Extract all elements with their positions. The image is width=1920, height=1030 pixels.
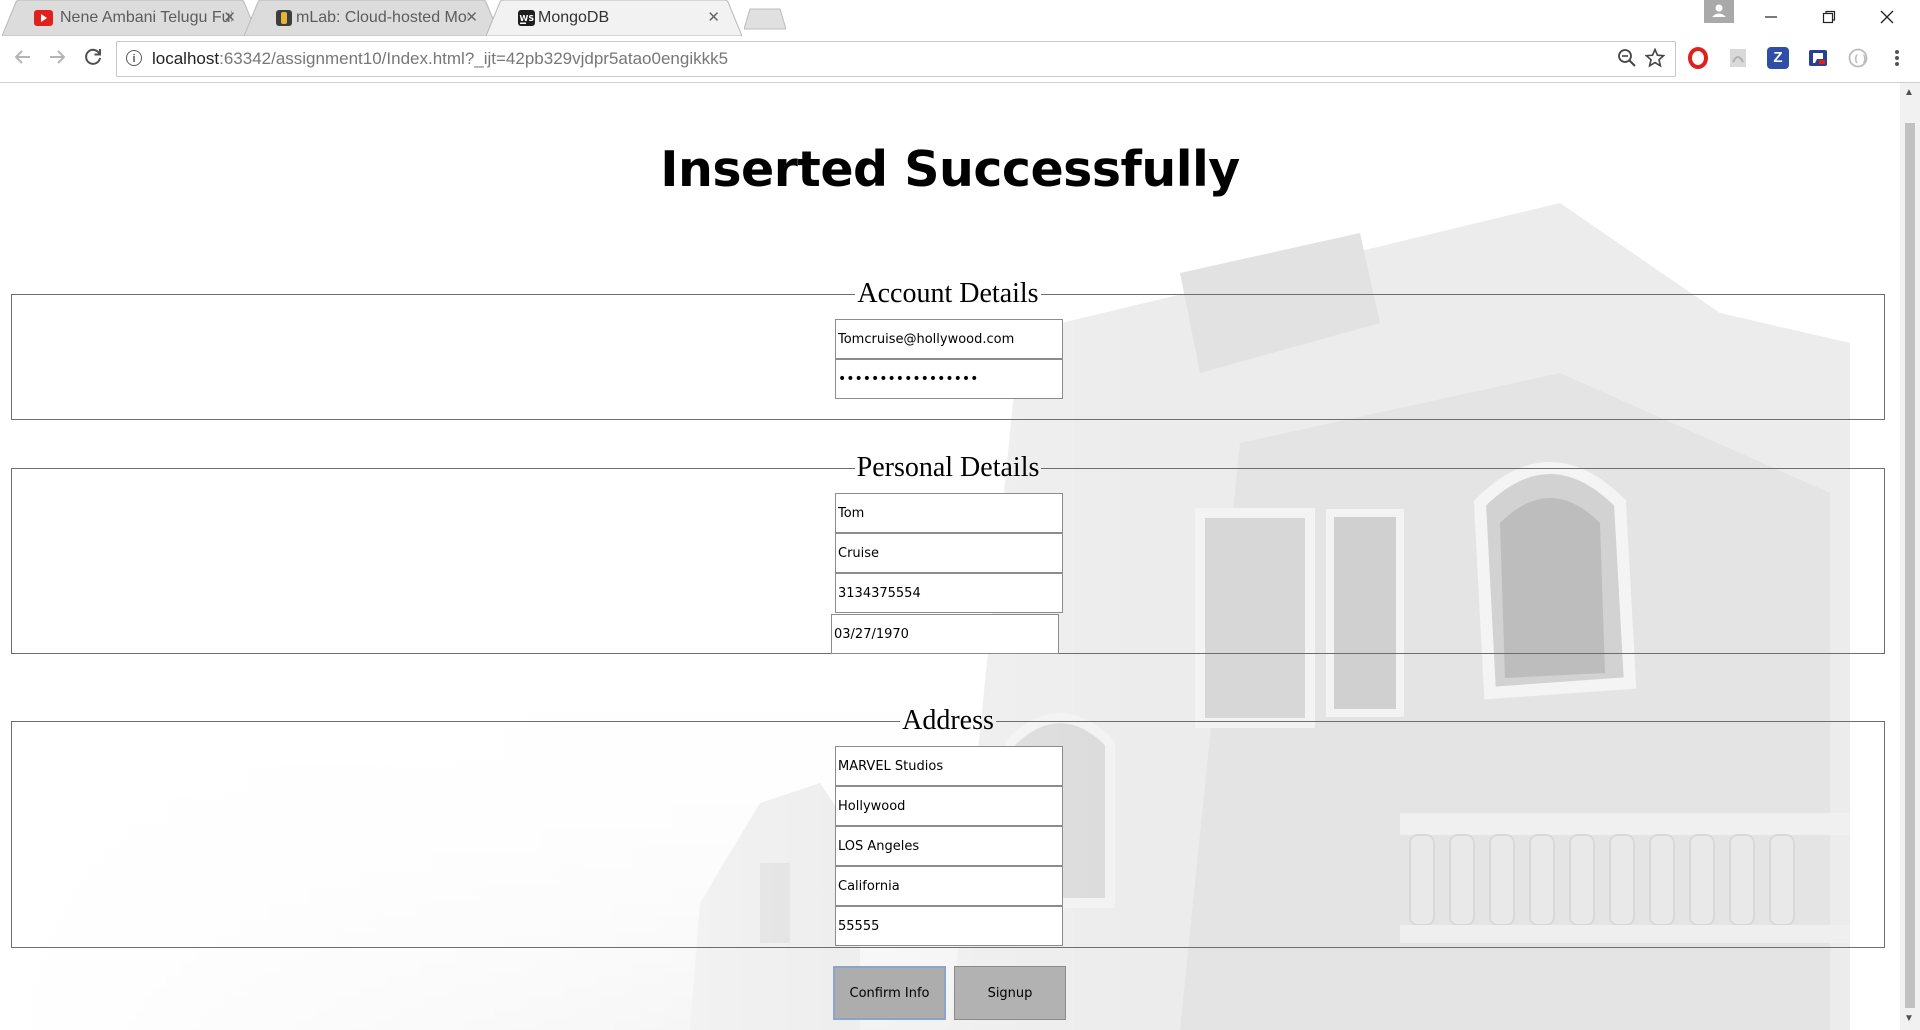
- phone-field[interactable]: [835, 573, 1063, 613]
- tab-title: mLab: Cloud-hosted Mon: [296, 9, 468, 26]
- svg-text:( ): ( ): [1854, 54, 1867, 65]
- youtube-icon: [34, 10, 53, 26]
- restore-icon[interactable]: [1800, 0, 1858, 34]
- tab-close-icon[interactable]: ✕: [465, 8, 478, 26]
- new-tab-button[interactable]: [744, 8, 786, 30]
- last-name-field[interactable]: [835, 533, 1063, 573]
- close-window-icon[interactable]: [1858, 0, 1916, 34]
- tab-strip: Nene Ambani Telugu Full ✕ mLab: Cloud-ho…: [0, 0, 1920, 36]
- browser-toolbar: i localhost:63342/assignment10/Index.htm…: [0, 36, 1920, 83]
- email-field[interactable]: [835, 319, 1063, 359]
- reload-icon[interactable]: [80, 46, 106, 72]
- profile-avatar-icon[interactable]: [1704, 0, 1734, 23]
- page-title: Inserted Successfully: [660, 141, 1240, 198]
- address-legend: Address: [902, 705, 994, 736]
- mlab-icon: [276, 10, 292, 26]
- page-viewport: Inserted Successfully Account Details Pe…: [0, 83, 1900, 1030]
- tab-mlab[interactable]: mLab: Cloud-hosted Mon ✕: [244, 0, 500, 36]
- password-field[interactable]: [835, 359, 1063, 399]
- menu-dots-icon[interactable]: [1886, 47, 1908, 69]
- tab-youtube[interactable]: Nene Ambani Telugu Full ✕: [2, 0, 258, 36]
- tab-title: MongoDB: [538, 9, 610, 26]
- scroll-down-icon[interactable]: ▼: [1904, 1013, 1914, 1024]
- confirm-info-button[interactable]: Confirm Info: [833, 966, 946, 1020]
- bookmark-star-icon[interactable]: [1644, 47, 1666, 73]
- first-name-field[interactable]: [835, 493, 1063, 533]
- date-of-birth-field[interactable]: [831, 614, 1059, 654]
- city-field[interactable]: [835, 826, 1063, 866]
- svg-text:WS: WS: [520, 14, 535, 23]
- address-bar[interactable]: i localhost:63342/assignment10/Index.htm…: [116, 41, 1676, 77]
- flag-extension-icon[interactable]: [1807, 47, 1829, 69]
- scroll-up-icon[interactable]: ▲: [1904, 87, 1914, 98]
- account-details-legend: Account Details: [857, 278, 1039, 309]
- scrollbar-thumb[interactable]: [1905, 123, 1915, 1008]
- zip-field[interactable]: [835, 906, 1063, 946]
- url-text[interactable]: localhost:63342/assignment10/Index.html?…: [152, 49, 728, 69]
- url-host: localhost: [152, 49, 220, 68]
- vertical-scrollbar[interactable]: ▲ ▼: [1900, 83, 1920, 1030]
- zoom-icon[interactable]: [1617, 48, 1637, 73]
- tab-close-icon[interactable]: ✕: [223, 8, 236, 26]
- state-field[interactable]: [835, 866, 1063, 906]
- tab-close-icon[interactable]: ✕: [707, 8, 720, 26]
- circle-extension-icon[interactable]: ( ): [1847, 47, 1869, 69]
- signup-button[interactable]: Signup: [954, 966, 1066, 1020]
- forward-icon[interactable]: [44, 46, 70, 72]
- address-line2-field[interactable]: [835, 786, 1063, 826]
- opera-icon[interactable]: [1687, 47, 1709, 69]
- tab-title: Nene Ambani Telugu Full: [60, 9, 232, 26]
- minimize-icon[interactable]: [1742, 0, 1800, 34]
- back-icon[interactable]: [10, 46, 36, 72]
- info-icon[interactable]: i: [126, 50, 142, 66]
- url-path: :63342/assignment10/Index.html?_ijt=42pb…: [219, 49, 729, 68]
- webstorm-icon: WS: [518, 10, 535, 26]
- address-line1-field[interactable]: [835, 746, 1063, 786]
- tab-mongodb[interactable]: WS MongoDB ✕: [486, 0, 742, 36]
- zotero-icon[interactable]: Z: [1767, 47, 1789, 69]
- personal-details-legend: Personal Details: [856, 452, 1040, 483]
- pdf-icon[interactable]: [1727, 47, 1749, 69]
